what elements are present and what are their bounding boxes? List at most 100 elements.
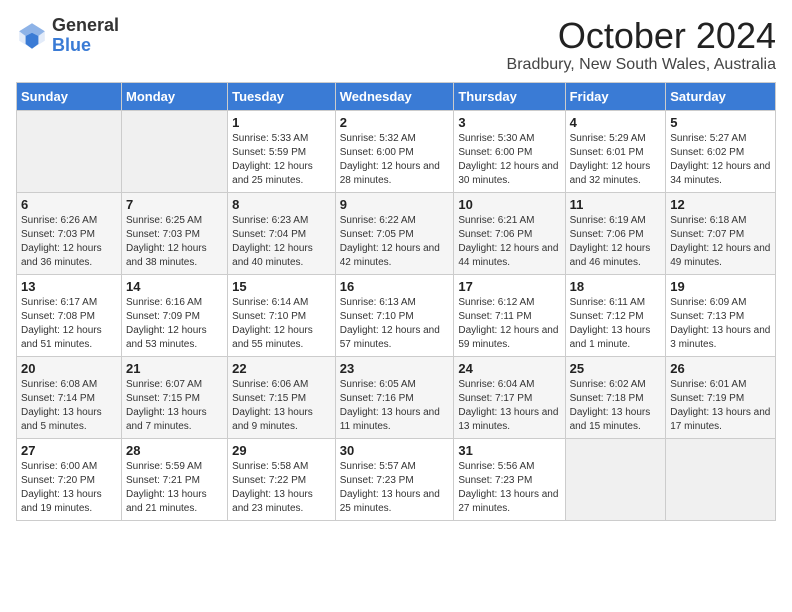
day-detail: Sunrise: 6:11 AM Sunset: 7:12 PM Dayligh… <box>570 296 662 352</box>
day-number: 21 <box>126 361 223 376</box>
day-number: 25 <box>570 361 662 376</box>
day-cell: 9 Sunrise: 6:22 AM Sunset: 7:05 PM Daylig… <box>335 192 454 274</box>
location-title: Bradbury, New South Wales, Australia <box>507 56 776 74</box>
day-detail: Sunrise: 5:56 AM Sunset: 7:23 PM Dayligh… <box>458 460 560 516</box>
day-number: 19 <box>670 279 771 294</box>
page-header: General Blue October 2024 Bradbury, New … <box>16 16 776 74</box>
day-detail: Sunrise: 6:05 AM Sunset: 7:16 PM Dayligh… <box>340 378 450 434</box>
day-cell: 30 Sunrise: 5:57 AM Sunset: 7:23 PM Dayli… <box>335 438 454 520</box>
logo: General Blue <box>16 16 119 56</box>
day-detail: Sunrise: 5:33 AM Sunset: 5:59 PM Dayligh… <box>232 132 331 188</box>
day-cell: 2Sunrise: 5:32 AM Sunset: 6:00 PM Daylig… <box>335 110 454 192</box>
day-detail: Sunrise: 6:00 AM Sunset: 7:20 PM Dayligh… <box>21 460 117 516</box>
logo-general: General <box>52 16 119 36</box>
day-cell: 21 Sunrise: 6:07 AM Sunset: 7:15 PM Dayli… <box>121 356 227 438</box>
day-cell: 6 Sunrise: 6:26 AM Sunset: 7:03 PM Daylig… <box>17 192 122 274</box>
day-number: 5 <box>670 115 771 130</box>
calendar-header: SundayMondayTuesdayWednesdayThursdayFrid… <box>17 82 776 110</box>
day-cell <box>121 110 227 192</box>
week-row-4: 20 Sunrise: 6:08 AM Sunset: 7:14 PM Dayli… <box>17 356 776 438</box>
header-row: SundayMondayTuesdayWednesdayThursdayFrid… <box>17 82 776 110</box>
day-number: 7 <box>126 197 223 212</box>
header-day-friday: Friday <box>565 82 666 110</box>
week-row-2: 6 Sunrise: 6:26 AM Sunset: 7:03 PM Daylig… <box>17 192 776 274</box>
day-cell: 19 Sunrise: 6:09 AM Sunset: 7:13 PM Dayli… <box>666 274 776 356</box>
day-cell: 11Sunrise: 6:19 AM Sunset: 7:06 PM Dayli… <box>565 192 666 274</box>
day-number: 9 <box>340 197 450 212</box>
day-detail: Sunrise: 5:29 AM Sunset: 6:01 PM Dayligh… <box>570 132 662 188</box>
day-number: 18 <box>570 279 662 294</box>
title-block: October 2024 Bradbury, New South Wales, … <box>507 16 776 74</box>
day-number: 14 <box>126 279 223 294</box>
day-number: 23 <box>340 361 450 376</box>
day-cell: 7Sunrise: 6:25 AM Sunset: 7:03 PM Daylig… <box>121 192 227 274</box>
day-number: 20 <box>21 361 117 376</box>
day-number: 10 <box>458 197 560 212</box>
day-detail: Sunrise: 5:30 AM Sunset: 6:00 PM Dayligh… <box>458 132 560 188</box>
week-row-1: 1 Sunrise: 5:33 AM Sunset: 5:59 PM Daylig… <box>17 110 776 192</box>
day-cell: 18 Sunrise: 6:11 AM Sunset: 7:12 PM Dayli… <box>565 274 666 356</box>
header-day-saturday: Saturday <box>666 82 776 110</box>
day-cell: 26 Sunrise: 6:01 AM Sunset: 7:19 PM Dayli… <box>666 356 776 438</box>
header-day-tuesday: Tuesday <box>228 82 336 110</box>
day-detail: Sunrise: 5:59 AM Sunset: 7:21 PM Dayligh… <box>126 460 223 516</box>
day-number: 29 <box>232 443 331 458</box>
day-number: 31 <box>458 443 560 458</box>
day-number: 4 <box>570 115 662 130</box>
day-cell: 3 Sunrise: 5:30 AM Sunset: 6:00 PM Daylig… <box>454 110 565 192</box>
day-cell: 24Sunrise: 6:04 AM Sunset: 7:17 PM Dayli… <box>454 356 565 438</box>
day-cell: 28 Sunrise: 5:59 AM Sunset: 7:21 PM Dayli… <box>121 438 227 520</box>
day-cell: 12Sunrise: 6:18 AM Sunset: 7:07 PM Dayli… <box>666 192 776 274</box>
day-detail: Sunrise: 6:07 AM Sunset: 7:15 PM Dayligh… <box>126 378 223 434</box>
day-cell: 4 Sunrise: 5:29 AM Sunset: 6:01 PM Daylig… <box>565 110 666 192</box>
week-row-3: 13Sunrise: 6:17 AM Sunset: 7:08 PM Dayli… <box>17 274 776 356</box>
day-detail: Sunrise: 6:06 AM Sunset: 7:15 PM Dayligh… <box>232 378 331 434</box>
day-cell: 15Sunrise: 6:14 AM Sunset: 7:10 PM Dayli… <box>228 274 336 356</box>
day-number: 13 <box>21 279 117 294</box>
day-number: 6 <box>21 197 117 212</box>
day-detail: Sunrise: 6:13 AM Sunset: 7:10 PM Dayligh… <box>340 296 450 352</box>
day-detail: Sunrise: 6:08 AM Sunset: 7:14 PM Dayligh… <box>21 378 117 434</box>
day-detail: Sunrise: 6:19 AM Sunset: 7:06 PM Dayligh… <box>570 214 662 270</box>
day-cell: 14 Sunrise: 6:16 AM Sunset: 7:09 PM Dayli… <box>121 274 227 356</box>
week-row-5: 27 Sunrise: 6:00 AM Sunset: 7:20 PM Dayli… <box>17 438 776 520</box>
day-number: 26 <box>670 361 771 376</box>
day-detail: Sunrise: 6:18 AM Sunset: 7:07 PM Dayligh… <box>670 214 771 270</box>
day-cell: 27 Sunrise: 6:00 AM Sunset: 7:20 PM Dayli… <box>17 438 122 520</box>
header-day-thursday: Thursday <box>454 82 565 110</box>
day-cell <box>666 438 776 520</box>
day-cell: 10 Sunrise: 6:21 AM Sunset: 7:06 PM Dayli… <box>454 192 565 274</box>
day-detail: Sunrise: 5:27 AM Sunset: 6:02 PM Dayligh… <box>670 132 771 188</box>
day-number: 1 <box>232 115 331 130</box>
day-number: 17 <box>458 279 560 294</box>
day-cell: 22 Sunrise: 6:06 AM Sunset: 7:15 PM Dayli… <box>228 356 336 438</box>
logo-text: General Blue <box>52 16 119 56</box>
day-cell: 16Sunrise: 6:13 AM Sunset: 7:10 PM Dayli… <box>335 274 454 356</box>
day-cell: 8Sunrise: 6:23 AM Sunset: 7:04 PM Daylig… <box>228 192 336 274</box>
header-day-sunday: Sunday <box>17 82 122 110</box>
day-number: 28 <box>126 443 223 458</box>
day-cell: 29Sunrise: 5:58 AM Sunset: 7:22 PM Dayli… <box>228 438 336 520</box>
day-detail: Sunrise: 6:04 AM Sunset: 7:17 PM Dayligh… <box>458 378 560 434</box>
day-detail: Sunrise: 6:12 AM Sunset: 7:11 PM Dayligh… <box>458 296 560 352</box>
day-detail: Sunrise: 6:26 AM Sunset: 7:03 PM Dayligh… <box>21 214 117 270</box>
day-number: 30 <box>340 443 450 458</box>
day-detail: Sunrise: 5:32 AM Sunset: 6:00 PM Dayligh… <box>340 132 450 188</box>
day-number: 3 <box>458 115 560 130</box>
day-cell: 31 Sunrise: 5:56 AM Sunset: 7:23 PM Dayli… <box>454 438 565 520</box>
day-detail: Sunrise: 5:57 AM Sunset: 7:23 PM Dayligh… <box>340 460 450 516</box>
day-cell: 23 Sunrise: 6:05 AM Sunset: 7:16 PM Dayli… <box>335 356 454 438</box>
month-title: October 2024 <box>507 16 776 56</box>
logo-icon <box>16 20 48 52</box>
day-number: 8 <box>232 197 331 212</box>
day-detail: Sunrise: 6:22 AM Sunset: 7:05 PM Dayligh… <box>340 214 450 270</box>
day-number: 22 <box>232 361 331 376</box>
day-detail: Sunrise: 6:16 AM Sunset: 7:09 PM Dayligh… <box>126 296 223 352</box>
day-detail: Sunrise: 6:09 AM Sunset: 7:13 PM Dayligh… <box>670 296 771 352</box>
day-cell: 17 Sunrise: 6:12 AM Sunset: 7:11 PM Dayli… <box>454 274 565 356</box>
logo-blue: Blue <box>52 36 119 56</box>
day-detail: Sunrise: 6:01 AM Sunset: 7:19 PM Dayligh… <box>670 378 771 434</box>
day-number: 27 <box>21 443 117 458</box>
day-detail: Sunrise: 6:21 AM Sunset: 7:06 PM Dayligh… <box>458 214 560 270</box>
day-cell: 20 Sunrise: 6:08 AM Sunset: 7:14 PM Dayli… <box>17 356 122 438</box>
